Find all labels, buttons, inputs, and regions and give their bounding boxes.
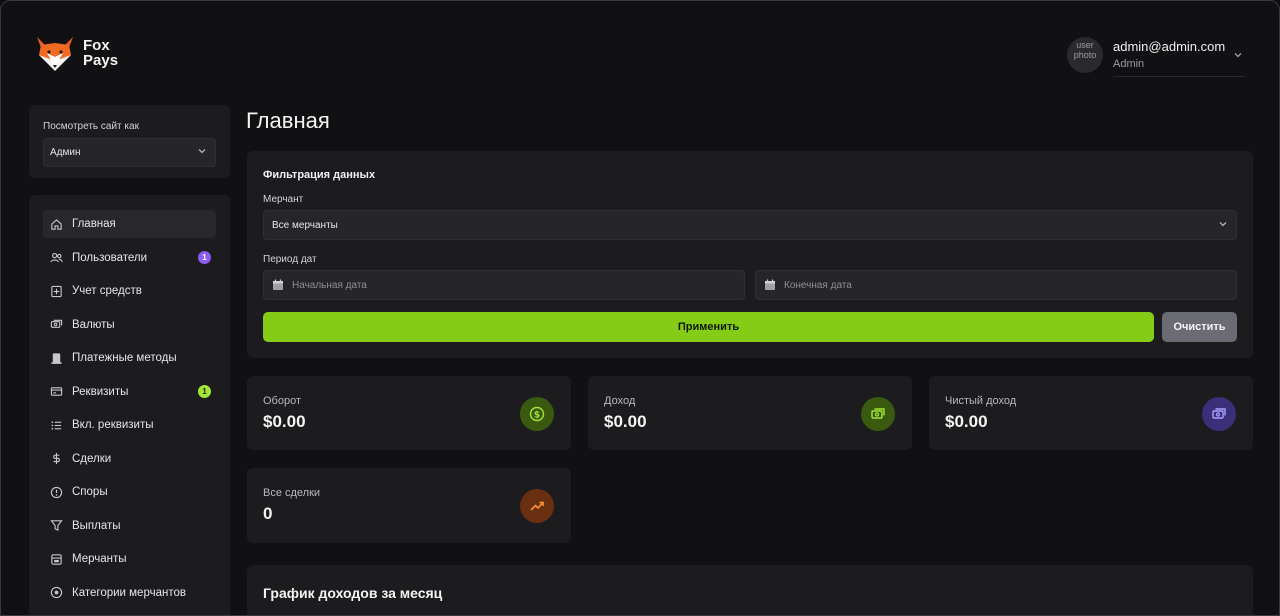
sidebar-item-payouts[interactable]: Выплаты (43, 512, 216, 540)
sidebar-item-label: Сделки (72, 452, 112, 465)
stat-card-turnover: Оборот $0.00 $ (247, 376, 571, 450)
svg-text:$: $ (534, 410, 540, 420)
store-icon (49, 552, 63, 566)
category-icon (49, 586, 63, 600)
dollar-circle-icon: $ (520, 397, 554, 431)
ledger-icon (49, 284, 63, 298)
chevron-down-icon (1218, 219, 1228, 232)
start-date-placeholder: Начальная дата (292, 279, 367, 291)
page-title: Главная (246, 108, 330, 133)
app-logo[interactable]: Fox Pays (33, 33, 118, 73)
merchant-select[interactable]: Все мерчанты (263, 210, 1237, 240)
sidebar-item-label: Споры (72, 486, 108, 498)
requisites-count-badge: 1 (198, 384, 211, 398)
home-icon (49, 217, 63, 231)
stat-value: $0.00 (945, 412, 988, 431)
sidebar-item-label: Реквизиты (72, 385, 129, 398)
credit-card-icon (49, 385, 63, 399)
currency-icon (49, 318, 63, 332)
trending-up-icon (520, 489, 554, 523)
end-date-input[interactable]: Конечная дата (755, 270, 1237, 300)
view-as-select[interactable]: Админ (43, 138, 216, 167)
income-chart-card: График доходов за месяц (247, 565, 1253, 615)
sidebar-item-payment-methods[interactable]: Платежные методы (43, 344, 216, 372)
calendar-icon (272, 279, 284, 291)
sidebar-item-requisites[interactable]: Реквизиты 1 (43, 378, 216, 406)
stat-card-all-deals: Все сделки 0 (247, 468, 571, 543)
list-icon (49, 418, 63, 432)
sidebar-item-disputes[interactable]: Споры (43, 478, 216, 506)
sidebar-item-label: Главная (72, 218, 116, 230)
merchant-label: Мерчант (263, 194, 304, 205)
user-menu[interactable]: user photo admin@admin.com Admin (1067, 35, 1251, 79)
avatar-alt-text: user photo (1073, 40, 1097, 60)
sidebar-item-label: Мерчанты (72, 553, 127, 565)
stat-label: Чистый доход (945, 395, 1017, 407)
user-role: Admin (1113, 58, 1145, 70)
sidebar-item-label: Платежные методы (72, 352, 177, 364)
period-label: Период дат (263, 254, 317, 265)
calendar-icon (764, 279, 776, 291)
chevron-down-icon[interactable] (1233, 47, 1243, 65)
stat-value: $0.00 (263, 412, 306, 431)
view-as-label: Посмотреть сайт как (43, 121, 139, 132)
view-as-panel: Посмотреть сайт как Админ (29, 105, 230, 178)
clear-button[interactable]: Очистить (1162, 312, 1237, 342)
alert-circle-icon (49, 485, 63, 499)
stat-card-income: Доход $0.00 (588, 376, 912, 450)
cash-icon (1202, 397, 1236, 431)
sidebar-item-enabled-requisites[interactable]: Вкл. реквизиты (43, 411, 216, 439)
chevron-down-icon (197, 146, 207, 159)
fox-logo-icon (37, 37, 73, 71)
sidebar-nav: Главная Пользователи 1 Учет средств Валю… (29, 195, 230, 615)
stat-value: 0 (263, 504, 273, 523)
filter-title: Фильтрация данных (263, 169, 376, 181)
app-window: Fox Pays user photo admin@admin.com Admi… (0, 0, 1280, 616)
sidebar-item-label: Категории мерчантов (72, 586, 186, 599)
logo-text: Fox Pays (83, 38, 118, 68)
sidebar-item-label: Вкл. реквизиты (72, 419, 154, 431)
sidebar-item-label: Пользователи (72, 251, 148, 264)
start-date-input[interactable]: Начальная дата (263, 270, 745, 300)
end-date-placeholder: Конечная дата (784, 279, 852, 291)
stat-value: $0.00 (604, 412, 647, 431)
sidebar-item-merchant-categories[interactable]: Категории мерчантов (43, 579, 216, 607)
filter-panel: Фильтрация данных Мерчант Все мерчанты П… (247, 151, 1253, 358)
logo-line-1: Fox (83, 37, 110, 54)
sidebar-item-home[interactable]: Главная (43, 210, 216, 238)
chart-title: График доходов за месяц (263, 585, 443, 601)
sidebar-item-currencies[interactable]: Валюты (43, 311, 216, 339)
cash-icon (861, 397, 895, 431)
logo-line-2: Pays (83, 52, 119, 69)
sidebar-item-merchants[interactable]: Мерчанты (43, 545, 216, 573)
view-as-selected: Админ (50, 147, 81, 158)
users-count-badge: 1 (198, 250, 211, 264)
apply-button[interactable]: Применить (263, 312, 1154, 342)
stat-card-net-income: Чистый доход $0.00 (929, 376, 1253, 450)
user-divider (1113, 76, 1245, 77)
stat-label: Оборот (263, 395, 302, 407)
sidebar-item-label: Учет средств (72, 285, 142, 297)
filter-icon (49, 519, 63, 533)
avatar: user photo (1067, 37, 1103, 73)
payment-methods-icon (49, 351, 63, 365)
users-icon (49, 251, 63, 265)
stat-label: Доход (604, 395, 636, 407)
sidebar-item-label: Валюты (72, 318, 115, 331)
sidebar-item-label: Выплаты (72, 519, 121, 532)
sidebar-item-accounting[interactable]: Учет средств (43, 277, 216, 305)
user-email: admin@admin.com (1113, 39, 1226, 54)
sidebar-item-users[interactable]: Пользователи 1 (43, 244, 216, 272)
sidebar-item-deals[interactable]: Сделки (43, 445, 216, 473)
dollar-icon (49, 452, 63, 466)
merchant-selected: Все мерчанты (272, 219, 338, 231)
stat-label: Все сделки (263, 487, 321, 499)
